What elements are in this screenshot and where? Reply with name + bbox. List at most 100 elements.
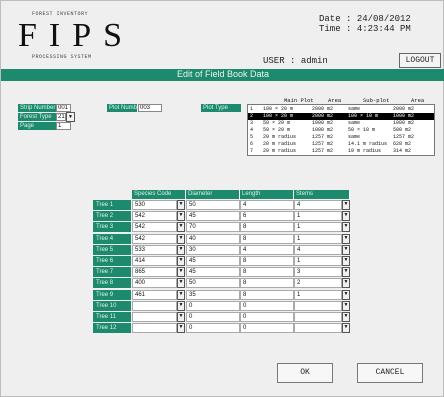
diameter-input[interactable]: 0: [186, 312, 240, 322]
diameter-input[interactable]: 35: [186, 290, 240, 300]
plot-type-option[interactable]: 3 50 × 20 m 1000 m2 same 1000 m2: [248, 120, 434, 127]
diameter-input[interactable]: 30: [186, 245, 240, 255]
length-input[interactable]: 0: [240, 323, 294, 333]
diameter-input[interactable]: 50: [186, 278, 240, 288]
diameter-input[interactable]: 45: [186, 256, 240, 266]
length-input[interactable]: 0: [240, 312, 294, 322]
plot-type-option[interactable]: 4 50 × 20 m 1000 m2 50 × 10 m 500 m2: [248, 127, 434, 134]
plot-type-option[interactable]: 1 100 × 20 m 2000 m2 same 2000 m2: [248, 106, 434, 113]
plot-type-option[interactable]: 5 20 m radius 1257 m2 same 1257 m2: [248, 134, 434, 141]
plot-list-header-area: Area: [328, 97, 342, 104]
plot-type-list[interactable]: 1 100 × 20 m 2000 m2 same 2000 m2 2 100 × 20 m…: [247, 104, 435, 156]
species-code-field[interactable]: 414: [132, 256, 177, 266]
species-code-dropdown[interactable]: ▼: [177, 312, 185, 322]
species-code-dropdown[interactable]: ▼: [177, 267, 185, 277]
plot-type-option[interactable]: 7 20 m radius 1257 m2 10 m radius 314 m2: [248, 148, 434, 155]
plot-type-n: 7: [250, 148, 254, 154]
species-code-dropdown[interactable]: ▼: [177, 234, 185, 244]
plot-list-header-main: Main Plot: [284, 97, 314, 104]
length-input[interactable]: 0: [240, 301, 294, 311]
stems-dropdown[interactable]: ▼: [342, 301, 350, 311]
page-input[interactable]: 1: [56, 122, 71, 130]
length-input[interactable]: 4: [240, 200, 294, 210]
length-input[interactable]: 4: [240, 245, 294, 255]
stems-dropdown[interactable]: ▼: [342, 234, 350, 244]
stems-dropdown[interactable]: ▼: [342, 200, 350, 210]
logo-main-text: FIPS: [18, 17, 135, 54]
species-code-dropdown[interactable]: ▼: [177, 200, 185, 210]
strip-number-input[interactable]: 001: [56, 104, 71, 112]
diameter-input[interactable]: 70: [186, 222, 240, 232]
species-code-dropdown[interactable]: ▼: [177, 211, 185, 221]
tree-row-label: Tree 7: [93, 267, 131, 277]
length-input[interactable]: 8: [240, 278, 294, 288]
stems-field[interactable]: 3: [294, 267, 342, 277]
species-code-dropdown[interactable]: ▼: [177, 290, 185, 300]
species-code-field[interactable]: 400: [132, 278, 177, 288]
species-code-dropdown[interactable]: ▼: [177, 245, 185, 255]
length-input[interactable]: 8: [240, 290, 294, 300]
species-code-field[interactable]: 530: [132, 200, 177, 210]
species-code-dropdown[interactable]: ▼: [177, 256, 185, 266]
length-input[interactable]: 8: [240, 267, 294, 277]
forest-type-field[interactable]: 21: [56, 113, 66, 121]
stems-field[interactable]: 4: [294, 245, 342, 255]
diameter-input[interactable]: 50: [186, 200, 240, 210]
stems-field[interactable]: [294, 323, 342, 333]
stems-dropdown[interactable]: ▼: [342, 278, 350, 288]
forest-type-dropdown[interactable]: ▼: [66, 112, 75, 122]
species-code-field[interactable]: 533: [132, 245, 177, 255]
stems-dropdown[interactable]: ▼: [342, 222, 350, 232]
plot-type-option[interactable]: 2 100 × 20 m 2000 m2 100 × 10 m 1000 m2: [248, 113, 434, 120]
tree-row-label: Tree 3: [93, 222, 131, 232]
species-code-field[interactable]: [132, 323, 177, 333]
species-code-field[interactable]: 542: [132, 211, 177, 221]
stems-field[interactable]: 1: [294, 211, 342, 221]
plot-type-main: 100 × 20 m: [263, 113, 294, 119]
stems-field[interactable]: 1: [294, 256, 342, 266]
species-code-dropdown[interactable]: ▼: [177, 301, 185, 311]
species-code-field[interactable]: [132, 301, 177, 311]
species-code-dropdown[interactable]: ▼: [177, 278, 185, 288]
species-code-field[interactable]: 865: [132, 267, 177, 277]
length-input[interactable]: 6: [240, 211, 294, 221]
plot-type-main: 100 × 20 m: [263, 106, 294, 112]
stems-dropdown[interactable]: ▼: [342, 323, 350, 333]
stems-field[interactable]: 1: [294, 222, 342, 232]
length-input[interactable]: 8: [240, 234, 294, 244]
stems-field[interactable]: 1: [294, 234, 342, 244]
stems-field[interactable]: [294, 301, 342, 311]
species-code-dropdown[interactable]: ▼: [177, 222, 185, 232]
species-code-dropdown[interactable]: ▼: [177, 323, 185, 333]
cancel-button[interactable]: CANCEL: [357, 363, 423, 383]
species-code-field[interactable]: 461: [132, 290, 177, 300]
length-input[interactable]: 8: [240, 256, 294, 266]
plot-number-input[interactable]: 003: [138, 104, 162, 112]
logout-button[interactable]: LOGOUT: [399, 53, 441, 68]
stems-field[interactable]: 4: [294, 200, 342, 210]
diameter-input[interactable]: 0: [186, 301, 240, 311]
stems-dropdown[interactable]: ▼: [342, 211, 350, 221]
tree-row-label: Tree 10: [93, 301, 131, 311]
stems-dropdown[interactable]: ▼: [342, 256, 350, 266]
stems-dropdown[interactable]: ▼: [342, 312, 350, 322]
stems-field[interactable]: 1: [294, 290, 342, 300]
species-code-field[interactable]: 542: [132, 222, 177, 232]
plot-type-option[interactable]: 6 20 m radius 1257 m2 14.1 m radius 628 m2: [248, 141, 434, 148]
stems-field[interactable]: [294, 312, 342, 322]
diameter-input[interactable]: 0: [186, 323, 240, 333]
plot-type-sub: 50 × 10 m: [348, 127, 376, 133]
stems-field[interactable]: 2: [294, 278, 342, 288]
stems-dropdown[interactable]: ▼: [342, 245, 350, 255]
diameter-input[interactable]: 45: [186, 211, 240, 221]
stems-dropdown[interactable]: ▼: [342, 290, 350, 300]
species-code-field[interactable]: 542: [132, 234, 177, 244]
stems-dropdown[interactable]: ▼: [342, 267, 350, 277]
species-code-field[interactable]: [132, 312, 177, 322]
plot-type-sub: 10 m radius: [348, 148, 382, 154]
diameter-input[interactable]: 40: [186, 234, 240, 244]
ok-button[interactable]: OK: [277, 363, 333, 383]
length-input[interactable]: 8: [240, 222, 294, 232]
user-value: admin: [300, 56, 328, 66]
diameter-input[interactable]: 45: [186, 267, 240, 277]
